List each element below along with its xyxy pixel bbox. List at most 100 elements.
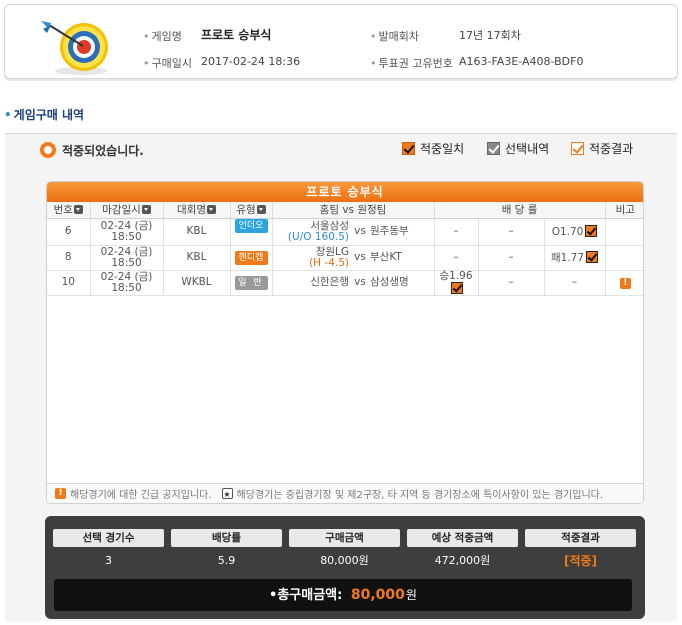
- row-note: [605, 245, 643, 271]
- row-odd-2: –: [478, 218, 545, 246]
- row-odd-1: –: [434, 218, 479, 246]
- row-vs: vs: [352, 218, 368, 246]
- row-vs: vs: [352, 270, 368, 296]
- row-no: 10: [47, 270, 91, 296]
- home-team: 신한은행: [310, 276, 349, 288]
- legend-hit-match: 적중일치: [402, 139, 464, 157]
- ticket-id-value: A163-FA3E-A408-BDF0: [459, 55, 584, 68]
- urgent-notice-icon: !: [55, 488, 66, 499]
- round-label: 발매회차: [370, 28, 419, 44]
- table-row: 6 02-24 (금) 18:50 KBL 언더오버 서울삼성 (U/O 160.5…: [47, 218, 643, 246]
- col-header-no[interactable]: 번호: [47, 202, 91, 219]
- result-status-text: 적중되었습니다.: [62, 143, 144, 158]
- summary-value-result: [적중]: [563, 554, 598, 568]
- row-deadline: 02-24 (금) 18:50: [90, 245, 164, 271]
- row-away: 삼성생명: [368, 270, 435, 296]
- purchase-summary: 선택 경기수 배당률 구매금액 예상 적중금액 적중결과 3 5.9 80,00…: [45, 516, 645, 619]
- sort-icon[interactable]: [141, 205, 151, 215]
- odd-value: O1.70: [551, 226, 584, 238]
- target-dart-icon: [41, 21, 108, 75]
- total-unit: 원: [405, 588, 417, 602]
- hit-match-check-icon: [402, 141, 415, 155]
- legend-selection: 선택내역: [487, 139, 549, 157]
- legend-hit-result-label: 적중결과: [589, 141, 634, 156]
- odd-value: 패1.77: [551, 252, 585, 264]
- row-type: 핸디캡: [230, 245, 273, 271]
- row-away: 원주동부: [368, 218, 435, 246]
- row-type: 일 반: [230, 270, 273, 296]
- row-league: WKBL: [163, 270, 231, 296]
- type-badge-underover: 언더오버: [234, 218, 268, 245]
- col-header-league-label: 대회명: [177, 204, 206, 217]
- col-header-league[interactable]: 대회명: [163, 202, 231, 219]
- table-row: 10 02-24 (금) 18:50 WKBL 일 반 신한은행 vs 삼성생명 …: [47, 269, 643, 296]
- notice-bar: ! 해당경기에 대한 긴급 공지입니다. ★ 해당경기는 중립경기장 및 제2구…: [47, 483, 643, 503]
- urgent-notice-icon[interactable]: !: [619, 277, 631, 289]
- hit-check-icon: [586, 251, 599, 263]
- row-time: 18:50: [111, 230, 142, 243]
- row-home: 창원LG (H -4.5): [272, 245, 352, 271]
- hit-result-check-icon: [571, 141, 584, 155]
- type-badge-handicap: 핸디캡: [234, 250, 268, 265]
- row-odd-2: –: [478, 245, 545, 271]
- selection-check-icon: [487, 141, 500, 155]
- col-header-no-label: 번호: [53, 204, 73, 217]
- row-note: [605, 218, 643, 246]
- games-table-box: 프로토 승부식 번호 마감일시 대회명 유형 홈팀 vs 원정팀 배 당 률 비…: [46, 181, 644, 504]
- row-deadline: 02-24 (금) 18:50: [90, 270, 164, 296]
- row-away: 부산KT: [368, 245, 435, 271]
- col-header-teams: 홈팀 vs 원정팀: [272, 202, 435, 219]
- row-odd-3: 패1.77: [544, 245, 606, 271]
- col-header-odds: 배 당 률: [434, 202, 606, 219]
- summary-header-expected: 예상 적중금액: [407, 529, 518, 547]
- row-home: 서울삼성 (U/O 160.5): [272, 218, 352, 246]
- games-table-title: 프로토 승부식: [47, 182, 643, 202]
- summary-value-games: 3: [105, 554, 112, 567]
- row-deadline: 02-24 (금) 18:50: [90, 218, 164, 246]
- hit-ring-icon: [40, 142, 56, 158]
- summary-value-odds: 5.9: [217, 554, 236, 567]
- hit-check-icon: [585, 225, 598, 237]
- summary-value-expected: 472,000원: [434, 554, 491, 567]
- summary-header-result: 적중결과: [525, 529, 636, 547]
- legend-hit-result: 적중결과: [571, 139, 633, 157]
- row-odd-3: –: [544, 270, 606, 296]
- game-name-value: 프로토 승부식: [201, 28, 272, 42]
- venue-notice-text: 해당경기는 중립경기장 및 제2구장, 타 지역 등 경기장소에 특이사항이 있…: [236, 490, 604, 501]
- purchase-date-value: 2017-02-24 18:36: [201, 55, 301, 68]
- row-time: 18:50: [111, 256, 142, 269]
- col-header-type[interactable]: 유형: [230, 202, 273, 219]
- legend-hit-match-label: 적중일치: [420, 141, 465, 156]
- star-icon: ★: [221, 488, 233, 499]
- total-purchase-bar: •총구매금액: 80,000원: [54, 579, 632, 611]
- summary-values: 3 5.9 80,000원 472,000원 [적중]: [53, 551, 636, 571]
- home-team-sub: (U/O 160.5): [287, 230, 349, 243]
- total-amount: 80,000: [350, 587, 405, 603]
- col-header-deadline-label: 마감일시: [102, 204, 141, 217]
- col-header-note: 비고: [605, 202, 643, 219]
- row-no: 8: [47, 245, 91, 271]
- row-home: 신한은행: [272, 270, 352, 296]
- sort-icon[interactable]: [256, 205, 266, 215]
- hit-check-icon: [451, 281, 464, 294]
- row-note: !: [605, 270, 643, 296]
- type-badge-normal: 일 반: [234, 275, 268, 290]
- row-vs: vs: [352, 245, 368, 271]
- sort-icon[interactable]: [206, 205, 216, 215]
- total-label: 총구매금액:: [277, 588, 343, 603]
- game-name-label: 게임명: [143, 28, 182, 44]
- home-team-sub: (H -4.5): [309, 256, 349, 269]
- row-odd-1: –: [434, 245, 479, 271]
- purchase-date-label: 구매일시: [143, 55, 192, 71]
- col-header-deadline[interactable]: 마감일시: [90, 202, 164, 219]
- sort-icon[interactable]: [73, 205, 83, 215]
- odd-value: 승1.96: [439, 269, 473, 282]
- ticket-id-label: 투표권 고유번호: [370, 55, 453, 71]
- row-odd-3: O1.70: [544, 218, 606, 246]
- table-row: 8 02-24 (금) 18:50 KBL 핸디캡 창원LG (H -4.5) vs…: [47, 245, 643, 271]
- row-odd-2: –: [478, 270, 545, 296]
- summary-header-odds: 배당률: [171, 529, 282, 547]
- result-status: 적중되었습니다.: [40, 140, 144, 160]
- summary-header-amount: 구매금액: [289, 529, 400, 547]
- summary-header-games: 선택 경기수: [53, 529, 164, 547]
